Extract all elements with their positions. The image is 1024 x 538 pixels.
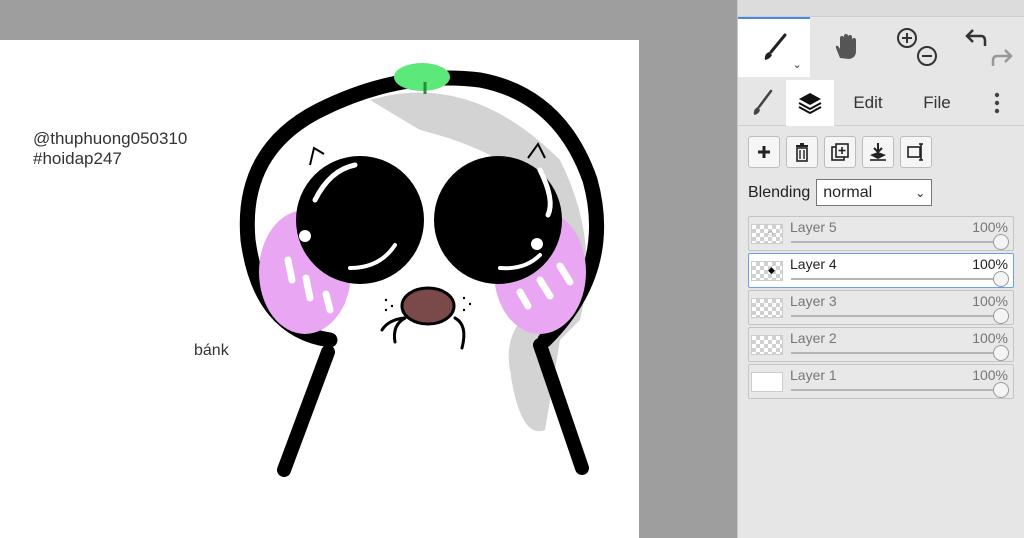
opacity-slider-track[interactable] xyxy=(791,389,1007,391)
artwork xyxy=(239,63,605,477)
add-layer-button[interactable] xyxy=(748,136,780,168)
tool-row: ⌄ xyxy=(738,17,1024,77)
opacity-slider-handle[interactable] xyxy=(993,345,1009,361)
opacity-slider-handle[interactable] xyxy=(993,308,1009,324)
brush-tool-button[interactable]: ⌄ xyxy=(738,17,810,77)
side-panel: ⌄ Edit File Blending normal ⌄ ◌ Layer 5 … xyxy=(737,0,1024,538)
layer-thumbnail xyxy=(751,335,783,355)
zoom-in-out-icon xyxy=(897,28,938,66)
layer-row-5[interactable]: ◌ Layer 5 100% xyxy=(748,216,1014,251)
layer-opacity: 100% xyxy=(972,367,1008,383)
panel-tabs: Edit File xyxy=(738,79,1024,126)
layers-icon xyxy=(798,92,822,114)
blending-select[interactable]: normal ⌄ xyxy=(816,179,933,206)
opacity-slider-track[interactable] xyxy=(791,315,1007,317)
layer-row-4[interactable]: ◆ Layer 4 100% xyxy=(748,253,1014,288)
layer-thumbnail xyxy=(751,372,783,392)
layer-row-3[interactable]: Layer 3 100% xyxy=(748,290,1014,325)
layer-row-2[interactable]: Layer 2 100% xyxy=(748,327,1014,362)
zoom-buttons[interactable] xyxy=(881,17,954,77)
opacity-slider-track[interactable] xyxy=(791,241,1007,243)
layer-name: Layer 4 xyxy=(790,256,837,272)
layer-opacity: 100% xyxy=(972,256,1008,272)
layer-thumbnail: ◆ xyxy=(751,261,783,281)
chevron-down-icon: ⌄ xyxy=(915,185,926,200)
chevron-down-icon: ⌄ xyxy=(792,59,802,71)
undo-redo-buttons[interactable] xyxy=(953,17,1024,77)
mouth xyxy=(400,286,456,326)
layer-opacity: 100% xyxy=(972,293,1008,309)
layer-opacity: 100% xyxy=(972,219,1008,235)
body-line-left xyxy=(277,345,335,477)
undo-redo-icon xyxy=(965,29,1013,66)
hand-icon xyxy=(835,34,856,59)
workspace: @thuphuong050310 #hoidap247 bánk xyxy=(0,0,737,538)
tab-brush[interactable] xyxy=(738,80,786,126)
panel-top-strip xyxy=(738,0,1024,17)
opacity-slider-handle[interactable] xyxy=(993,271,1009,287)
opacity-slider-handle[interactable] xyxy=(993,234,1009,250)
delete-layer-button[interactable] xyxy=(786,136,818,168)
layer-thumbnail: ◌ xyxy=(751,224,783,244)
blending-control: Blending normal ⌄ xyxy=(748,179,933,206)
blending-label: Blending xyxy=(748,183,811,201)
transform-icon xyxy=(907,143,923,161)
watermark-handle: @thuphuong050310 xyxy=(33,129,188,148)
layer-name: Layer 5 xyxy=(790,219,837,235)
add-layer-icon xyxy=(758,146,770,158)
duplicate-layer-icon xyxy=(831,143,849,161)
hand-tool-button[interactable] xyxy=(809,17,882,77)
merge-down-button[interactable] xyxy=(862,136,894,168)
canvas-note: bánk xyxy=(194,342,229,359)
tab-edit[interactable]: Edit xyxy=(834,80,902,126)
drawing-canvas[interactable]: @thuphuong050310 #hoidap247 bánk xyxy=(0,40,639,538)
leaf xyxy=(394,63,450,91)
watermark-hashtag: #hoidap247 xyxy=(33,149,122,168)
layer-opacity: 100% xyxy=(972,330,1008,346)
layer-name: Layer 3 xyxy=(790,293,837,309)
brush-icon xyxy=(764,33,787,60)
opacity-slider-track[interactable] xyxy=(791,352,1007,354)
layer-thumbnail xyxy=(751,298,783,318)
opacity-slider-handle[interactable] xyxy=(993,382,1009,398)
transform-button[interactable] xyxy=(900,136,932,168)
brush-icon xyxy=(753,89,773,115)
layer-name: Layer 1 xyxy=(790,367,837,383)
layer-list: ◌ Layer 5 100% ◆ Layer 4 100% Layer 3 10… xyxy=(748,216,1014,401)
tab-layers[interactable] xyxy=(786,79,834,126)
more-menu-button[interactable] xyxy=(972,80,1022,126)
merge-down-icon xyxy=(870,143,886,161)
layer-name: Layer 2 xyxy=(790,330,837,346)
more-vertical-icon xyxy=(994,92,1000,113)
opacity-slider-track[interactable] xyxy=(791,278,1007,280)
tab-file[interactable]: File xyxy=(902,80,972,126)
layer-actions xyxy=(748,136,932,168)
layer-row-1[interactable]: Layer 1 100% xyxy=(748,364,1014,399)
blending-value: normal xyxy=(823,183,873,201)
eye-left xyxy=(296,156,424,284)
delete-layer-icon xyxy=(796,143,808,162)
duplicate-layer-button[interactable] xyxy=(824,136,856,168)
